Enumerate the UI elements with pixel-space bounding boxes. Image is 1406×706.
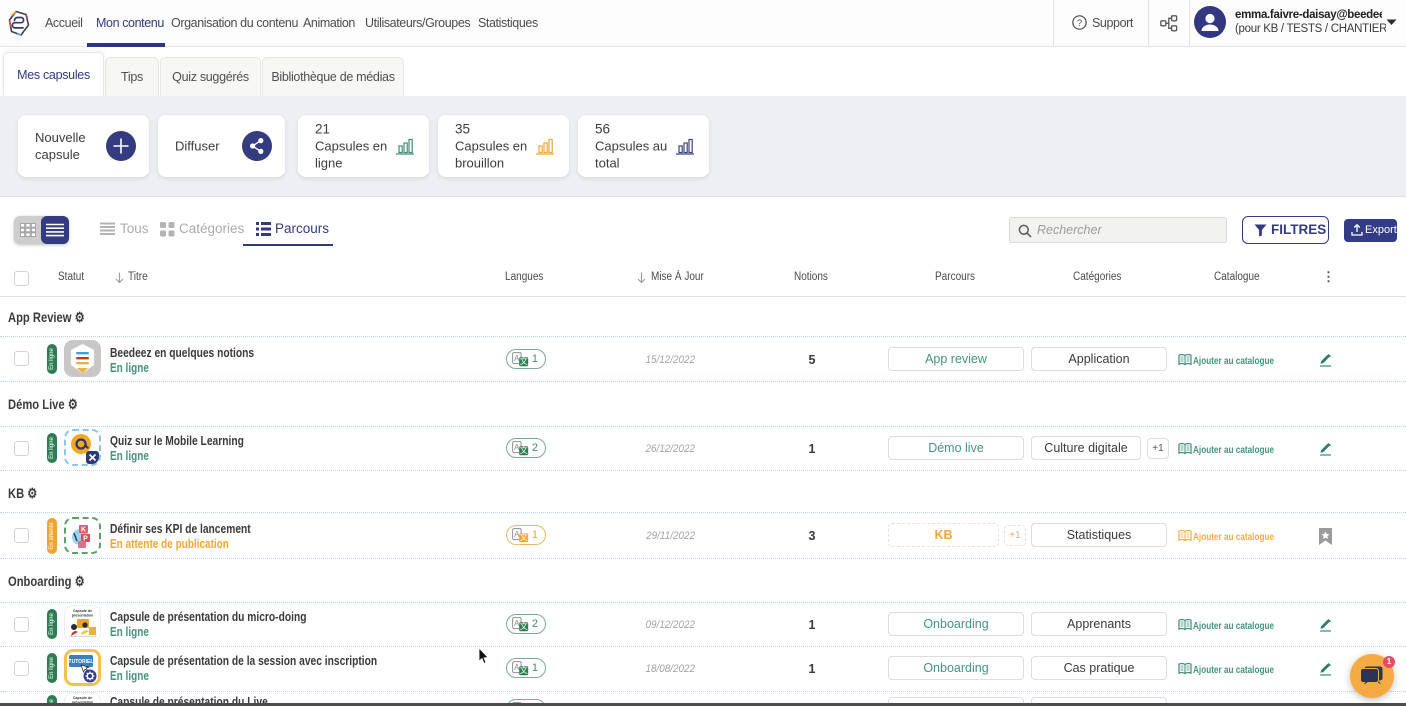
svg-text:文: 文 [520,665,528,675]
svg-text:文: 文 [520,621,528,631]
svg-text:?: ? [1077,18,1082,29]
svg-text:文: 文 [520,445,528,455]
svg-text:Capsule de: Capsule de [73,609,92,613]
svg-text:K: K [81,527,86,534]
svg-text:présentation: présentation [72,614,94,618]
svg-text:TUTORIEL: TUTORIEL [69,659,94,665]
svg-text:文: 文 [520,532,528,542]
svg-text:文: 文 [520,356,528,366]
svg-text:Capsule de: Capsule de [73,696,92,700]
